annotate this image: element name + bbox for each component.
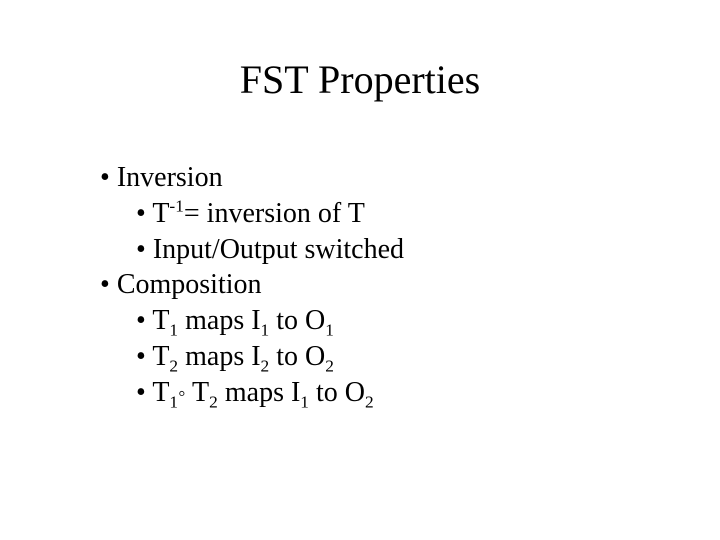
bullet-comp-t1t2: • T1◦ T2 maps I1 to O2 [136, 375, 404, 411]
bullet-icon: • [136, 341, 146, 372]
slide-body: • Inversion • T-1= inversion of T • Inpu… [100, 160, 404, 411]
subscript: 2 [365, 393, 374, 412]
text: maps I [218, 377, 300, 408]
text: T [152, 377, 169, 408]
superscript: -1 [169, 197, 183, 216]
compose-icon: ◦ [178, 381, 185, 405]
text: T [152, 341, 169, 372]
bullet-icon: • [136, 305, 146, 336]
bullet-text: Inversion [117, 162, 223, 193]
text: T [186, 377, 210, 408]
slide: FST Properties • Inversion • T-1= invers… [0, 0, 720, 540]
subscript: 1 [169, 321, 178, 340]
text: = inversion of T [184, 198, 365, 229]
text: to O [269, 305, 325, 336]
text: T [152, 198, 169, 229]
subscript: 1 [169, 393, 178, 412]
subscript: 1 [300, 393, 309, 412]
bullet-composition: • Composition [100, 267, 404, 303]
subscript: 2 [209, 393, 218, 412]
subscript: 1 [261, 321, 270, 340]
bullet-inversion: • Inversion [100, 160, 404, 196]
text: maps I [178, 305, 260, 336]
text: Input/Output switched [153, 234, 404, 265]
bullet-icon: • [100, 269, 110, 300]
bullet-icon: • [136, 198, 146, 229]
subscript: 1 [325, 321, 334, 340]
slide-title: FST Properties [0, 56, 720, 103]
bullet-comp-t1: • T1 maps I1 to O1 [136, 303, 404, 339]
text: to O [269, 341, 325, 372]
text: to O [309, 377, 365, 408]
subscript: 2 [261, 357, 270, 376]
bullet-icon: • [100, 162, 110, 193]
bullet-inversion-io: • Input/Output switched [136, 232, 404, 268]
bullet-comp-t2: • T2 maps I2 to O2 [136, 339, 404, 375]
subscript: 2 [169, 357, 178, 376]
bullet-inversion-tinv: • T-1= inversion of T [136, 196, 404, 232]
bullet-text: Composition [117, 269, 262, 300]
bullet-icon: • [136, 377, 146, 408]
text: maps I [178, 341, 260, 372]
subscript: 2 [325, 357, 334, 376]
text: T [152, 305, 169, 336]
bullet-icon: • [136, 234, 146, 265]
